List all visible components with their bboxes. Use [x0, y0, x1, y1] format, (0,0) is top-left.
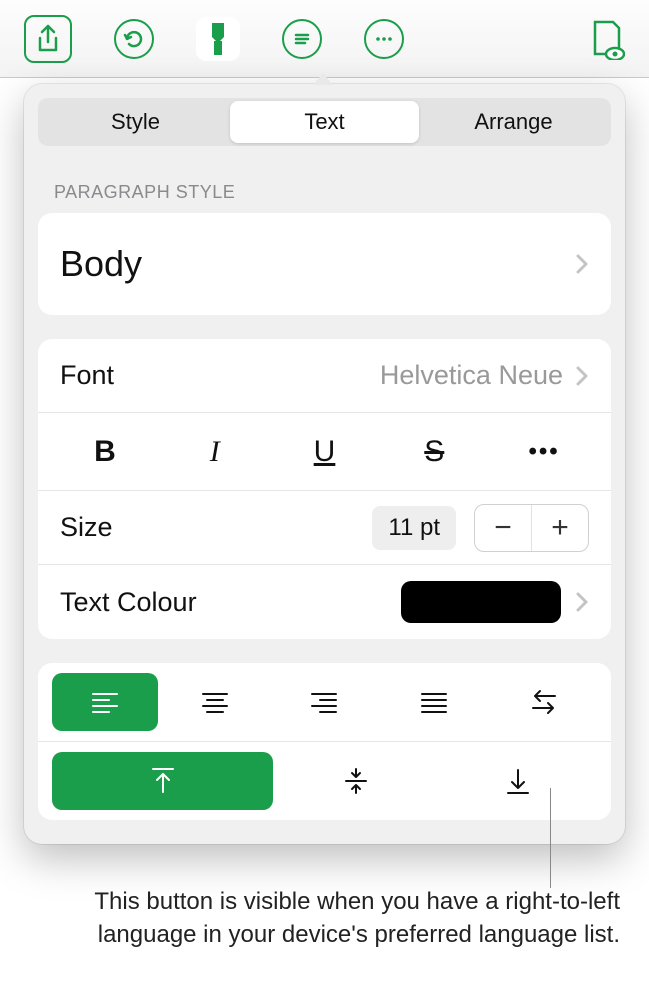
align-center-button[interactable] [162, 673, 268, 731]
bold-button[interactable]: B [50, 423, 160, 481]
align-left-icon [90, 690, 120, 714]
more-button[interactable] [364, 19, 404, 59]
align-center-icon [200, 690, 230, 714]
font-card: Font Helvetica Neue B I U S ••• Size 11 … [38, 339, 611, 639]
underline-button[interactable]: U [270, 423, 380, 481]
valign-middle-button[interactable] [277, 752, 435, 810]
align-right-button[interactable] [272, 673, 378, 731]
text-colour-label: Text Colour [60, 587, 401, 618]
ellipsis-icon [373, 28, 395, 50]
font-row[interactable]: Font Helvetica Neue [38, 339, 611, 413]
paragraph-style-card: Body [38, 213, 611, 315]
chevron-right-icon [575, 365, 589, 387]
text-direction-button[interactable] [491, 673, 597, 731]
size-label: Size [60, 512, 372, 543]
text-more-button[interactable]: ••• [489, 426, 599, 478]
text-colour-swatch[interactable] [401, 581, 561, 623]
insert-button[interactable] [282, 19, 322, 59]
undo-icon [123, 28, 145, 50]
app-toolbar [0, 0, 649, 78]
chevron-right-icon [575, 253, 589, 275]
strikethrough-button[interactable]: S [379, 423, 489, 481]
align-right-icon [309, 690, 339, 714]
format-button[interactable] [196, 17, 240, 61]
valign-top-button[interactable] [52, 752, 273, 810]
format-popover: Style Text Arrange PARAGRAPH STYLE Body … [24, 84, 625, 844]
alignment-card [38, 663, 611, 820]
chevron-right-icon [575, 591, 589, 613]
align-justify-icon [419, 690, 449, 714]
font-value: Helvetica Neue [380, 360, 563, 391]
size-decrease-button[interactable]: − [475, 505, 531, 551]
callout-leader-line [550, 788, 551, 888]
size-row: Size 11 pt − + [38, 491, 611, 565]
align-justify-button[interactable] [381, 673, 487, 731]
horizontal-align-row [38, 663, 611, 742]
format-tabs: Style Text Arrange [38, 98, 611, 146]
align-left-button[interactable] [52, 673, 158, 731]
size-increase-button[interactable]: + [532, 505, 588, 551]
size-value[interactable]: 11 pt [372, 506, 456, 550]
italic-button[interactable]: I [160, 423, 270, 481]
document-view-button[interactable] [589, 18, 625, 60]
tab-text[interactable]: Text [230, 101, 419, 143]
vertical-align-row [38, 742, 611, 820]
paragraph-style-label: PARAGRAPH STYLE [24, 160, 625, 213]
undo-button[interactable] [114, 19, 154, 59]
valign-bottom-button[interactable] [439, 752, 597, 810]
valign-top-icon [150, 766, 176, 796]
valign-bottom-icon [505, 766, 531, 796]
font-label: Font [60, 360, 380, 391]
text-style-row: B I U S ••• [38, 413, 611, 491]
paragraph-style-value: Body [60, 243, 575, 285]
brush-icon [196, 17, 240, 61]
popover-arrow [313, 73, 333, 85]
callout-text: This button is visible when you have a r… [80, 885, 620, 951]
document-eye-icon [589, 18, 625, 60]
valign-middle-icon [343, 766, 369, 796]
paragraph-style-row[interactable]: Body [38, 213, 611, 315]
text-colour-row[interactable]: Text Colour [38, 565, 611, 639]
size-stepper: − + [474, 504, 589, 552]
lines-icon [291, 28, 313, 50]
share-button[interactable] [24, 15, 72, 63]
tab-arrange[interactable]: Arrange [419, 101, 608, 143]
tab-style[interactable]: Style [41, 101, 230, 143]
share-icon [35, 24, 61, 54]
bidi-arrows-icon [529, 688, 559, 716]
